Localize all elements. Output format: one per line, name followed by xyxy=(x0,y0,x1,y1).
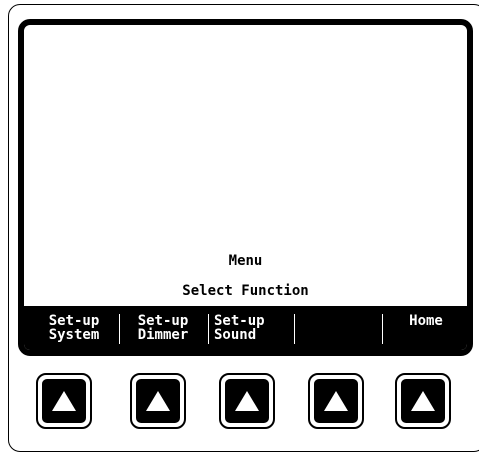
softkey-setup-dimmer[interactable]: Set-up Dimmer xyxy=(121,314,205,344)
softkey-label-line1: Set-up xyxy=(137,313,189,329)
softkey-divider xyxy=(294,314,295,344)
triangle-up-icon xyxy=(146,391,170,411)
softkey-button-1[interactable] xyxy=(36,373,92,429)
softkey-button-4[interactable] xyxy=(308,373,364,429)
display-screen: Menu Select Function Set-up System Set-u… xyxy=(18,19,473,356)
softkey-divider xyxy=(382,314,383,344)
softkey-label-line2: System xyxy=(48,327,100,343)
softkey-label-line1: Set-up xyxy=(214,313,265,329)
softkey-label-line1: Set-up xyxy=(48,313,100,329)
menu-subtitle: Select Function xyxy=(182,283,309,299)
softkey-button-5[interactable] xyxy=(395,373,451,429)
triangle-up-icon xyxy=(324,391,348,411)
triangle-up-icon xyxy=(235,391,259,411)
menu-title: Menu xyxy=(228,253,263,269)
softkey-label-line1: Home xyxy=(409,313,443,329)
softkey-divider xyxy=(119,314,120,344)
triangle-up-icon xyxy=(52,391,76,411)
triangle-up-icon xyxy=(411,391,435,411)
softkey-setup-system[interactable]: Set-up System xyxy=(32,314,116,344)
softkey-button-3[interactable] xyxy=(219,373,275,429)
softkey-label-line2: Dimmer xyxy=(137,327,189,343)
softkey-blank[interactable] xyxy=(296,314,380,344)
softkey-divider xyxy=(208,314,209,344)
softkey-bar: Set-up System Set-up Dimmer Set-up Sound… xyxy=(24,306,467,350)
softkey-button-2[interactable] xyxy=(130,373,186,429)
softkey-label-line2: Sound xyxy=(214,327,257,343)
softkey-home[interactable]: Home xyxy=(384,313,467,344)
softkey-setup-sound[interactable]: Set-up Sound xyxy=(214,314,286,344)
